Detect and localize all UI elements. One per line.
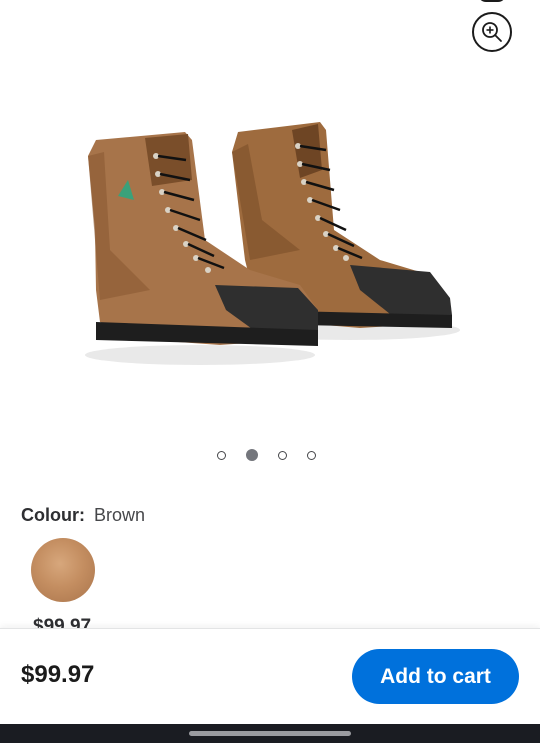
carousel-dot-3[interactable] xyxy=(278,450,287,460)
colour-selector-label: Colour: Brown xyxy=(21,505,145,526)
zoom-in-icon xyxy=(482,22,502,42)
carousel-dot-4[interactable] xyxy=(307,450,316,460)
system-navigation-bar xyxy=(0,724,540,743)
bar-price: $99.97 xyxy=(21,661,95,688)
product-image[interactable] xyxy=(0,60,540,420)
add-to-cart-button[interactable]: Add to cart xyxy=(352,649,519,704)
colour-value: Brown xyxy=(94,505,146,525)
top-icon-partial[interactable] xyxy=(478,0,506,2)
carousel-dot-2-active[interactable] xyxy=(246,449,258,461)
sticky-add-to-cart-bar: $99.97 Add to cart xyxy=(0,628,540,725)
carousel-dot-1[interactable] xyxy=(217,450,226,460)
home-gesture-handle[interactable] xyxy=(189,731,351,736)
colour-label: Colour: xyxy=(21,505,85,525)
zoom-button[interactable] xyxy=(472,12,512,52)
colour-swatch-brown[interactable] xyxy=(31,538,95,602)
image-carousel-dots xyxy=(217,449,316,461)
